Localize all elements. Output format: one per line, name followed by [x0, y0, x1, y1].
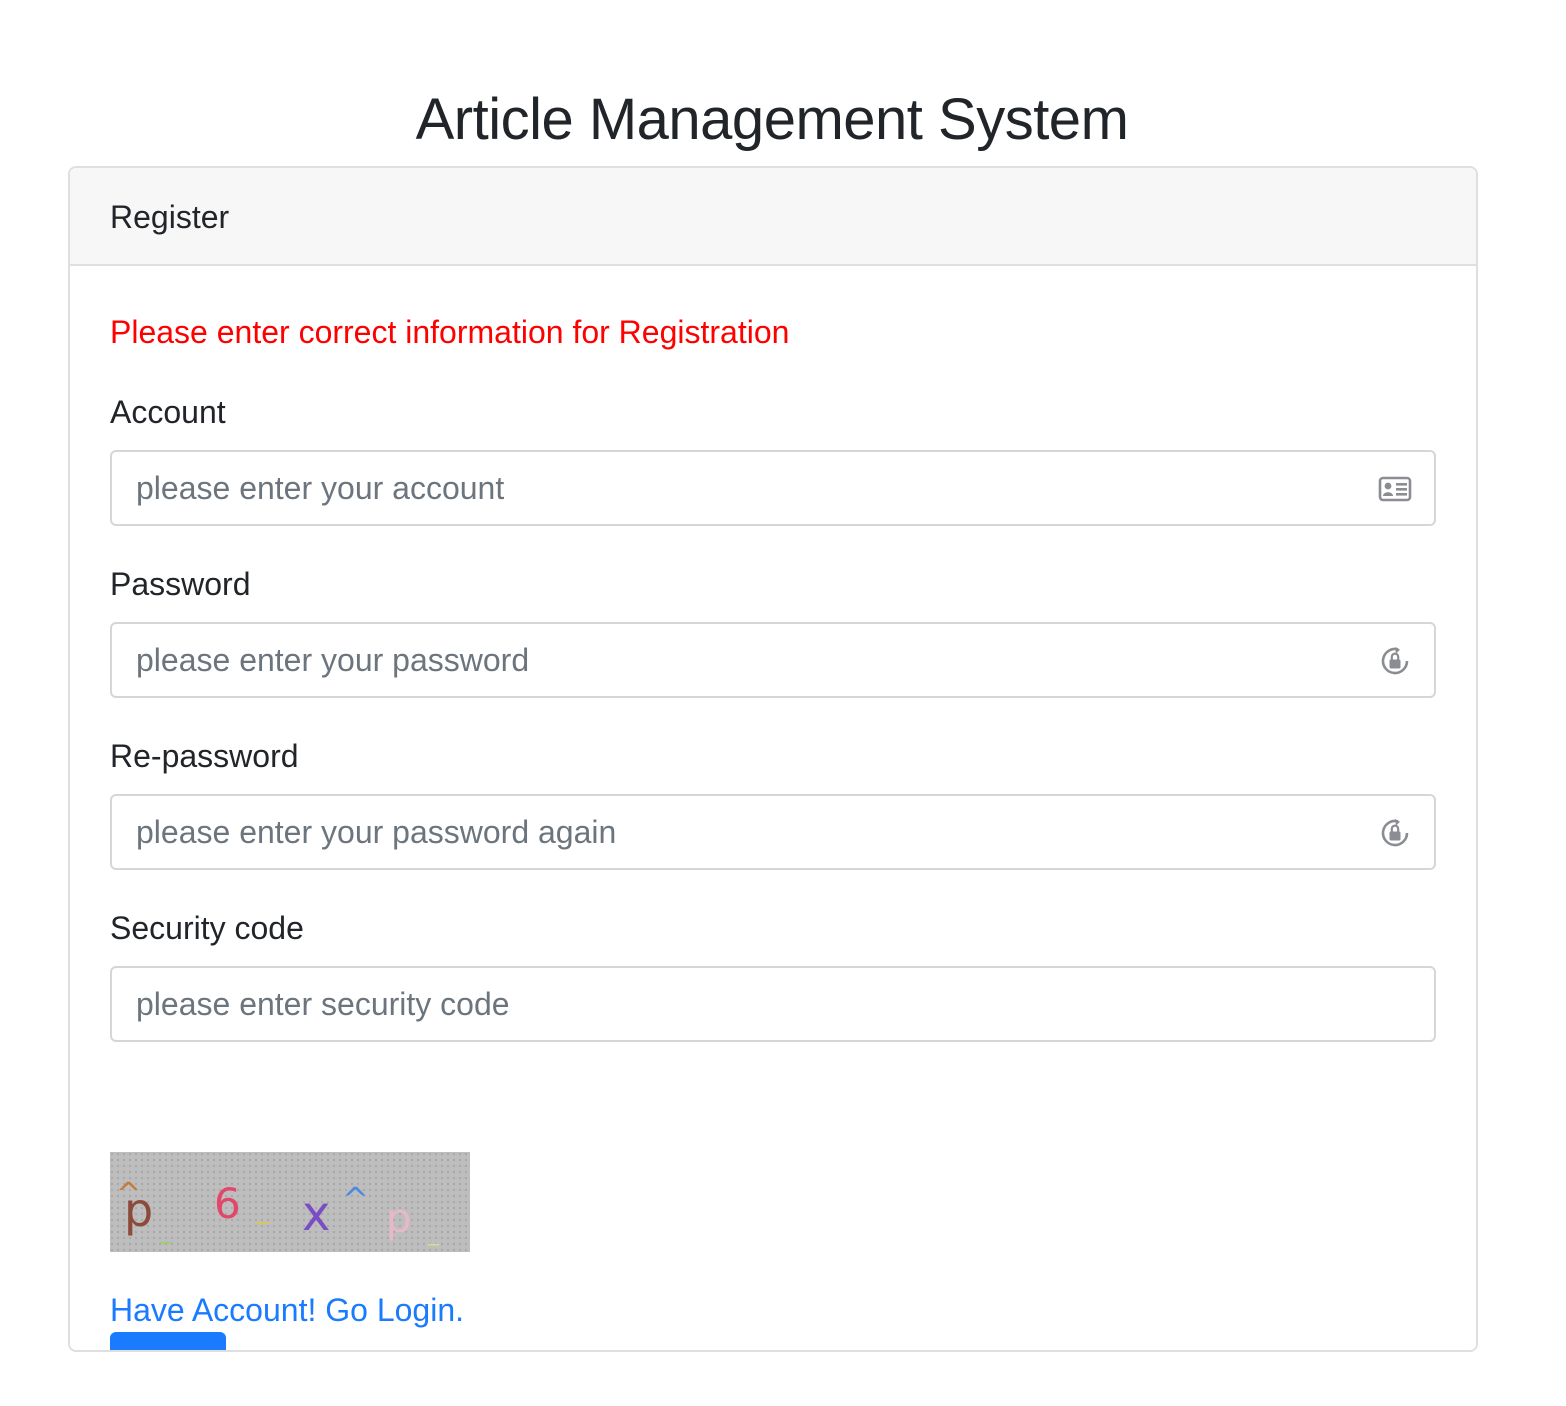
post-button[interactable]: post [110, 1332, 226, 1350]
password-input[interactable] [112, 624, 1434, 696]
captcha-char: x [302, 1186, 330, 1242]
account-field-wrapper [110, 450, 1436, 526]
account-input[interactable] [112, 452, 1434, 524]
repassword-input[interactable] [112, 796, 1434, 868]
password-field-wrapper [110, 622, 1436, 698]
go-login-link[interactable]: Have Account! Go Login. [110, 1290, 464, 1330]
id-card-icon [1378, 476, 1412, 502]
captcha-image[interactable]: ^ p _ 6 _ x ^ p _ [110, 1152, 470, 1252]
registration-alert: Please enter correct information for Reg… [110, 314, 790, 350]
lock-rotate-icon [1381, 819, 1409, 847]
captcha-char: 6 [214, 1179, 241, 1228]
captcha-char: _ [159, 1219, 172, 1244]
register-card: Register Please enter correct informatio… [68, 166, 1478, 1352]
account-label: Account [110, 394, 226, 430]
security-code-field-wrapper [110, 966, 1436, 1042]
lock-rotate-icon [1381, 647, 1409, 675]
captcha-char: _ [427, 1221, 440, 1246]
security-code-label: Security code [110, 910, 304, 946]
page-title: Article Management System [415, 87, 1129, 152]
security-code-input[interactable] [112, 968, 1434, 1040]
captcha-char: ^ [342, 1180, 369, 1218]
captcha-char: p [124, 1183, 153, 1237]
password-label: Password [110, 566, 251, 602]
captcha-char: p [386, 1196, 411, 1242]
repassword-field-wrapper [110, 794, 1436, 870]
card-header: Register [70, 168, 1476, 266]
captcha-char: _ [255, 1195, 270, 1225]
repassword-label: Re-password [110, 738, 299, 774]
